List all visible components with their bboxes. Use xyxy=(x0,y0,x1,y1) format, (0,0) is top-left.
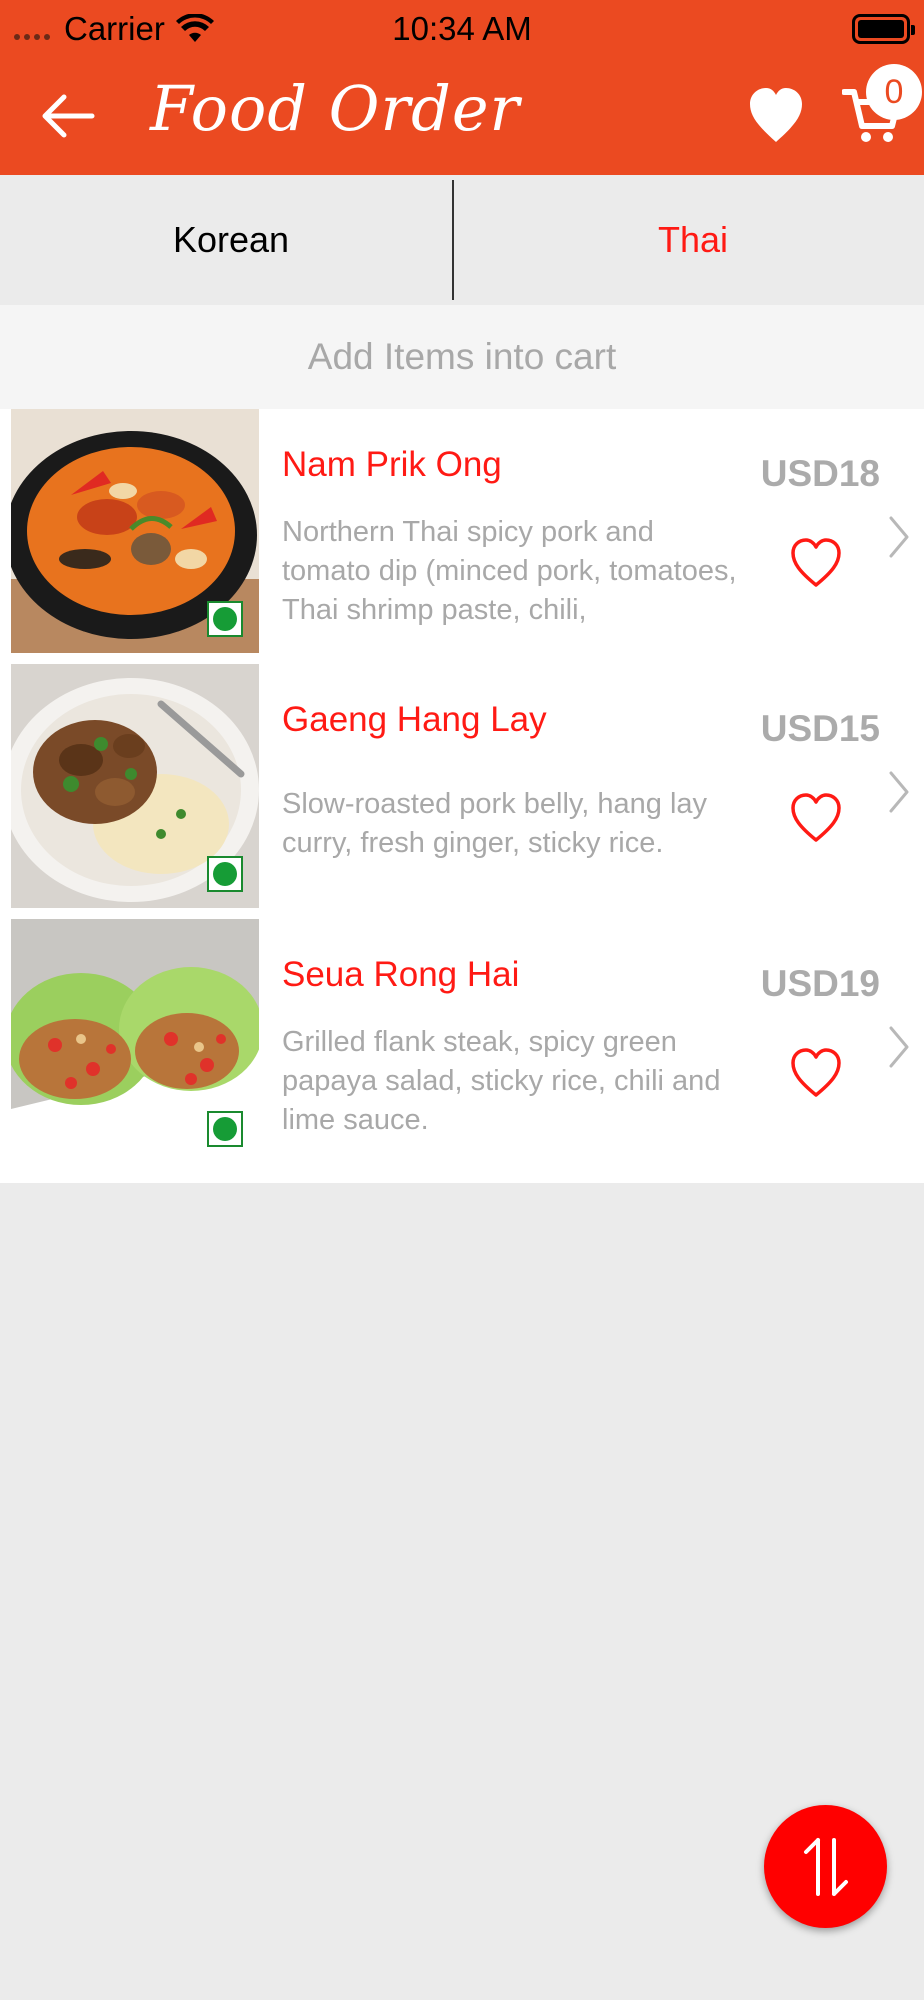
item-description: Slow-roasted pork belly, hang lay curry,… xyxy=(282,788,708,859)
item-name: Gaeng Hang Lay xyxy=(282,700,547,739)
food-image xyxy=(11,664,259,908)
item-name: Seua Rong Hai xyxy=(282,955,520,994)
add-items-notice: Add Items into cart xyxy=(0,305,924,409)
menu-item-row[interactable]: Seua Rong Hai Grilled flank steak, spicy… xyxy=(0,919,924,1183)
tab-divider xyxy=(452,180,454,300)
item-description: Northern Thai spicy pork and tomato dip … xyxy=(282,516,737,626)
like-heart-icon[interactable] xyxy=(790,1047,842,1099)
veg-indicator-icon xyxy=(207,856,243,892)
item-price: USD19 xyxy=(760,963,880,1004)
category-tabs: Korean Thai xyxy=(0,175,924,305)
item-name: Nam Prik Ong xyxy=(282,445,502,484)
tab-thai[interactable]: Thai xyxy=(462,175,924,305)
chevron-right-icon xyxy=(889,771,909,813)
sort-arrows-icon xyxy=(803,1837,848,1896)
chevron-right-icon xyxy=(889,1026,909,1068)
status-bar: Carrier 10:34 AM xyxy=(0,0,924,60)
like-heart-icon[interactable] xyxy=(790,792,842,844)
like-heart-icon[interactable] xyxy=(790,537,842,589)
status-time: 10:34 AM xyxy=(392,10,532,47)
veg-indicator-icon xyxy=(207,601,243,637)
tab-korean[interactable]: Korean xyxy=(0,175,462,305)
menu-list: Nam Prik Ong Northern Thai spicy pork an… xyxy=(0,409,924,1183)
item-price: USD18 xyxy=(760,453,880,494)
food-image xyxy=(11,409,259,653)
favorites-heart-icon[interactable] xyxy=(748,86,804,144)
menu-item-row[interactable]: Nam Prik Ong Northern Thai spicy pork an… xyxy=(0,409,924,664)
item-description: Grilled flank steak, spicy green papaya … xyxy=(282,1026,721,1136)
back-button[interactable] xyxy=(40,92,96,140)
app-header: Carrier 10:34 AM Food Order 0 xyxy=(0,0,924,175)
item-price: USD15 xyxy=(760,708,880,749)
app-title: Food Order xyxy=(150,72,521,145)
menu-item-row[interactable]: Gaeng Hang Lay Slow-roasted pork belly, … xyxy=(0,664,924,919)
battery-icon xyxy=(852,14,915,44)
veg-indicator-icon xyxy=(207,1111,243,1147)
sort-button[interactable] xyxy=(764,1805,887,1928)
food-image xyxy=(11,919,259,1163)
chevron-right-icon xyxy=(889,516,909,558)
cart-count-badge: 0 xyxy=(866,64,922,120)
